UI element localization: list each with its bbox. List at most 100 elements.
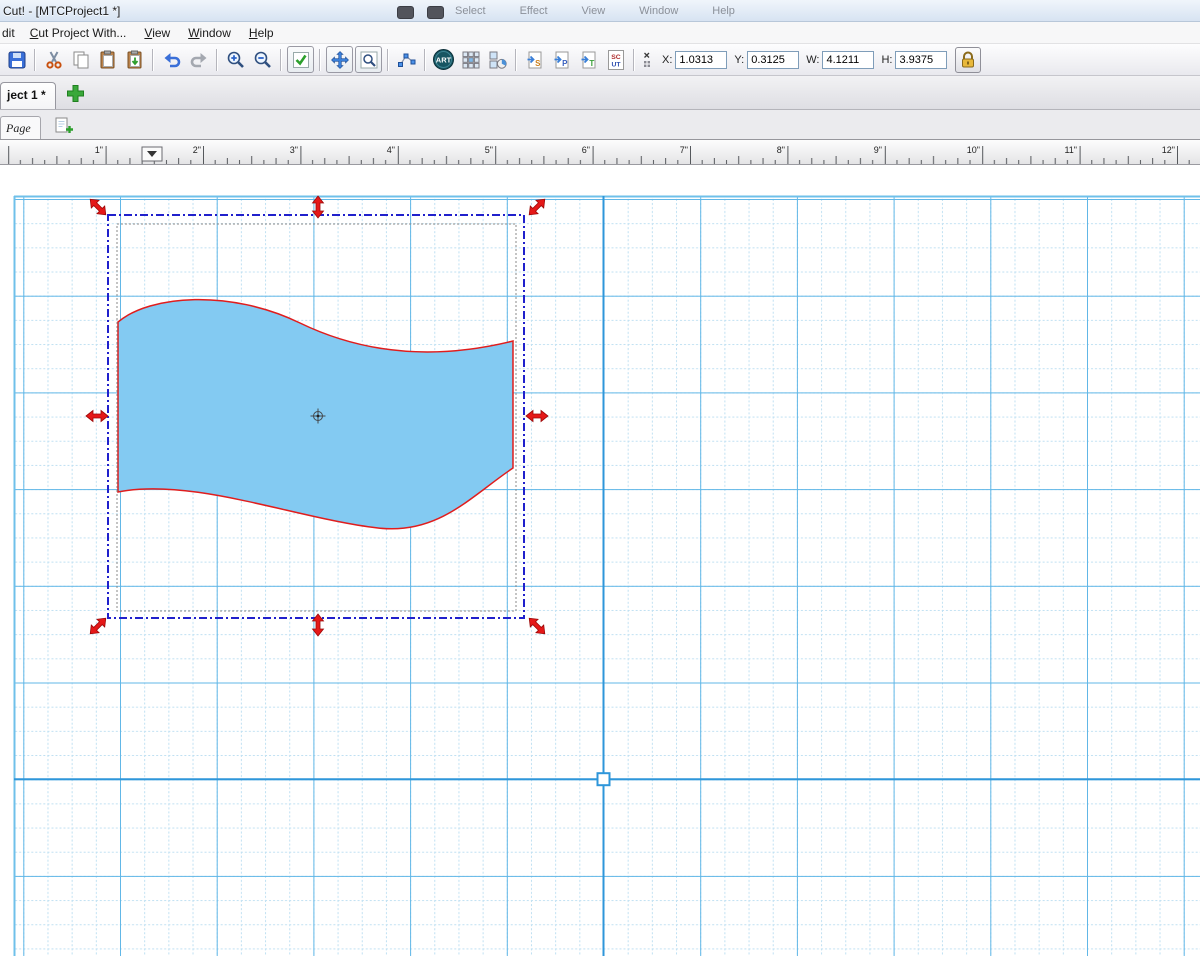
svg-text:9": 9" [874,145,882,155]
svg-text:ART: ART [436,56,452,65]
svg-text:S: S [535,59,541,68]
node-edit-button[interactable] [393,46,420,73]
document-tab-bar: ject 1 * [0,76,1200,110]
paste-icon [98,50,118,70]
import-svg-button[interactable]: S [521,46,548,73]
x-label: X: [662,54,672,66]
y-label: Y: [734,54,744,66]
add-page-icon [53,115,74,136]
toolbar-separator [633,49,635,71]
toolbar-separator [152,49,154,71]
page-check-icon [291,50,311,70]
svg-text:2": 2" [193,145,201,155]
x-grid-icon [641,50,654,70]
w-label: W: [806,54,819,66]
undo-icon [162,50,182,70]
shapes-pie-icon [488,50,508,70]
import-text-button[interactable]: T [575,46,602,73]
design-canvas[interactable] [0,165,1200,956]
zoom-out-icon [253,50,273,70]
h-input[interactable] [895,51,947,69]
zoom-to-page-button[interactable] [287,46,314,73]
ruler-marker[interactable] [142,147,162,161]
paste-in-place-icon [125,50,145,70]
scissors-icon [44,50,64,70]
y-input[interactable] [747,51,799,69]
menu-window[interactable]: Window [179,24,240,42]
zoom-out-button[interactable] [249,46,276,73]
zoom-region-icon [359,50,379,70]
toolbar-separator [387,49,389,71]
toolbar-separator [34,49,36,71]
menu-view[interactable]: View [135,24,179,42]
lock-aspect-button[interactable] [955,47,981,73]
titlebar-ghost-menu: Select Effect View Window Help [455,5,735,17]
add-project-tab-button[interactable] [65,82,87,104]
save-icon [7,50,27,70]
paste-in-place-button[interactable] [121,46,148,73]
virtual-mat[interactable] [0,165,1200,956]
pixel-trace-button[interactable] [457,46,484,73]
basic-shapes-button[interactable] [484,46,511,73]
svg-text:3": 3" [290,145,298,155]
green-plus-icon [66,84,85,103]
h-label: H: [881,54,892,66]
toolbar-separator [424,49,426,71]
coords-toggle-button[interactable] [639,46,655,73]
svg-text:7": 7" [680,145,688,155]
page-tab-bar: Page [0,110,1200,140]
import-file-p-icon: P [552,50,572,70]
paste-button[interactable] [94,46,121,73]
menu-help[interactable]: Help [240,24,283,42]
ghost-menu-select: Select [455,5,486,17]
tab-project1[interactable]: ject 1 * [0,82,56,109]
menu-bar: dit Cut Project With... View Window Help [0,22,1200,44]
titlebar-artifact-icon [397,6,414,19]
ruler-ticks: 1" 2" 3" 4" 5" 6" 7" 8" 9" 10" 11" 12" [0,140,1200,165]
page-resize-handle[interactable] [598,773,610,785]
pan-view-button[interactable] [326,46,353,73]
padlock-icon [958,50,978,70]
titlebar-artifact-icon [427,6,444,19]
svg-text:6": 6" [582,145,590,155]
svg-text:8": 8" [777,145,785,155]
svg-text:5": 5" [485,145,493,155]
undo-button[interactable] [158,46,185,73]
tab-page[interactable]: Page [0,116,41,139]
menu-edit[interactable]: dit [0,24,21,42]
ghost-menu-view: View [582,5,606,17]
svg-text:11": 11" [1064,145,1077,155]
copy-icon [71,50,91,70]
art-gallery-button[interactable]: ART [430,46,457,73]
copy-button[interactable] [67,46,94,73]
title-bar: Cut! - [MTCProject1 *] Select Effect Vie… [0,0,1200,22]
svg-text:12": 12" [1162,145,1175,155]
svg-text:4": 4" [387,145,395,155]
node-edit-icon [397,50,417,70]
toolbar-separator [280,49,282,71]
x-input[interactable] [675,51,727,69]
add-page-button[interactable] [51,113,77,137]
zoom-selection-button[interactable] [355,46,382,73]
svg-text:10": 10" [967,145,980,155]
import-pdf-button[interactable]: P [548,46,575,73]
w-input[interactable] [822,51,874,69]
scut-import-button[interactable]: SCUT [602,46,629,73]
window-title: Cut! - [MTCProject1 *] [3,4,120,18]
toolbar-separator [319,49,321,71]
toolbar-separator [515,49,517,71]
four-way-arrows-icon [330,50,350,70]
save-button[interactable] [3,46,30,73]
redo-button[interactable] [185,46,212,73]
toolbar-separator [216,49,218,71]
svg-text:P: P [562,59,568,68]
scut-file-icon: SCUT [605,49,627,71]
redo-icon [189,50,209,70]
zoom-in-button[interactable] [222,46,249,73]
import-file-t-icon: T [579,50,599,70]
cut-button[interactable] [40,46,67,73]
menu-cut-project-with[interactable]: Cut Project With... [21,24,136,42]
import-file-s-icon: S [525,50,545,70]
horizontal-ruler[interactable]: 1" 2" 3" 4" 5" 6" 7" 8" 9" 10" 11" 12" [0,140,1200,165]
svg-text:1": 1" [95,145,103,155]
